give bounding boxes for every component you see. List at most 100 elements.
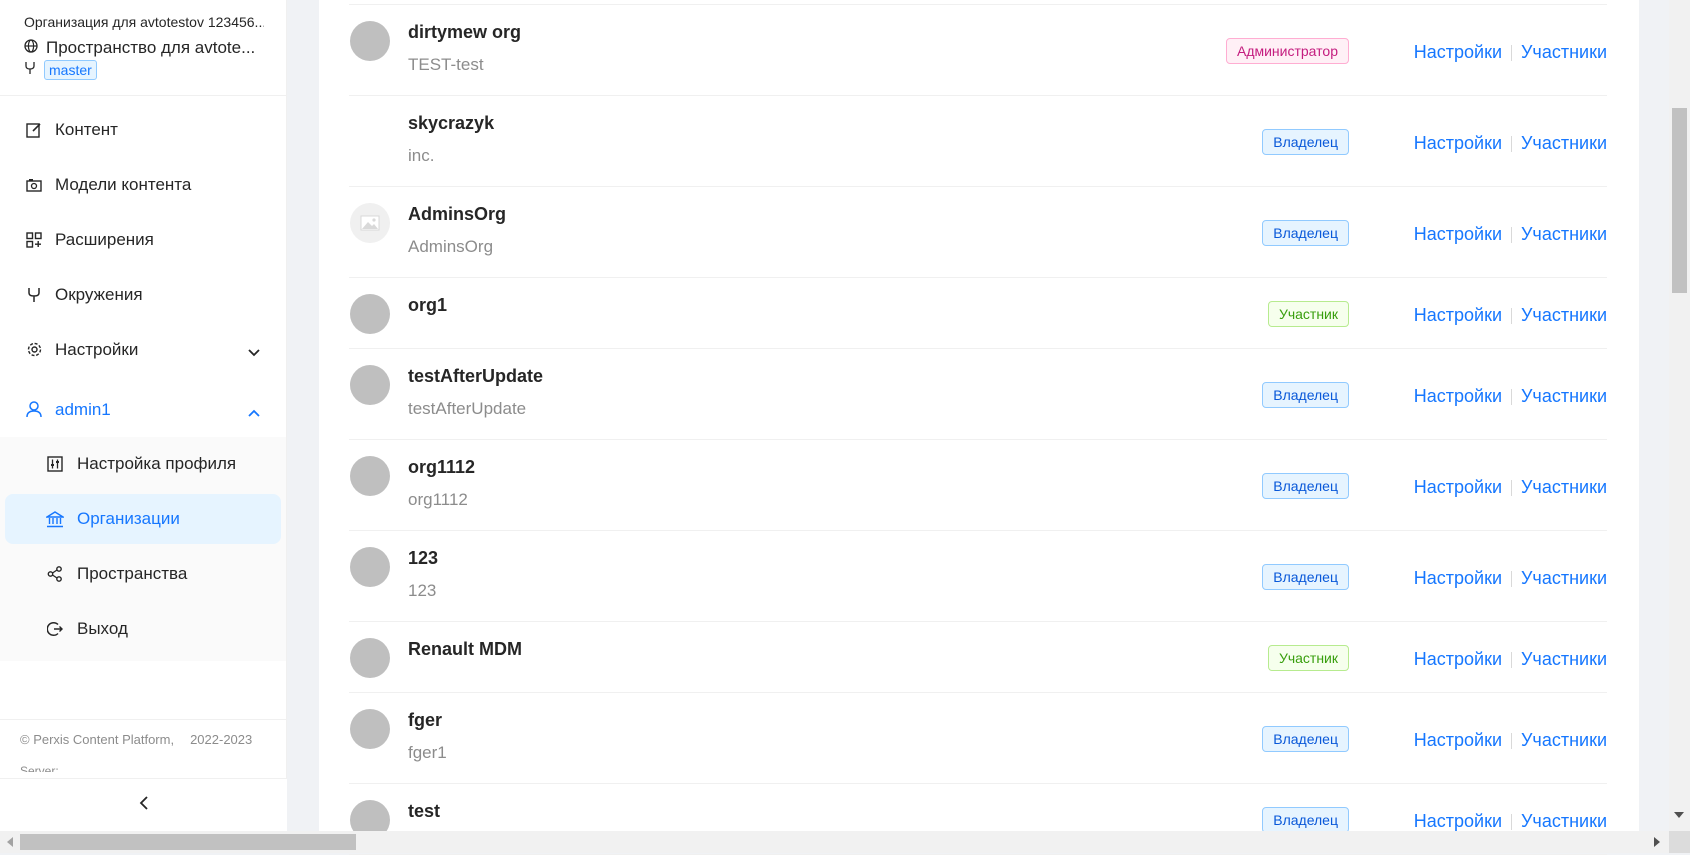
- collapse-sidebar-button[interactable]: [0, 778, 287, 831]
- settings-link[interactable]: Настройки: [1414, 477, 1502, 498]
- organization-description: fger1: [408, 743, 447, 762]
- settings-link[interactable]: Настройки: [1414, 649, 1502, 670]
- organization-avatar: [350, 547, 390, 587]
- settings-link[interactable]: Настройки: [1414, 386, 1502, 407]
- members-link[interactable]: Участники: [1521, 42, 1607, 63]
- organization-name: org1: [408, 295, 448, 315]
- menu-item-content-models[interactable]: Модели контента: [0, 157, 286, 212]
- organization-avatar: [350, 112, 390, 152]
- menu-item-user[interactable]: admin1: [0, 382, 286, 437]
- row-actions: Настройки Участники: [1414, 42, 1607, 63]
- submenu-item-label: Выход: [77, 619, 128, 638]
- members-link[interactable]: Участники: [1521, 224, 1607, 245]
- scroll-down-arrow-icon[interactable]: [1674, 812, 1684, 818]
- vertical-scrollbar[interactable]: [1669, 0, 1690, 831]
- horizontal-scrollbar-thumb[interactable]: [20, 834, 356, 850]
- menu-item-content[interactable]: Контент: [0, 102, 286, 157]
- organization-row: dirtymew org TEST-test Администратор Настро…: [349, 5, 1607, 96]
- row-actions: Настройки Участники: [1414, 477, 1607, 498]
- organization-name: org1112: [408, 457, 476, 477]
- settings-link[interactable]: Настройки: [1414, 133, 1502, 154]
- members-link[interactable]: Участники: [1521, 730, 1607, 751]
- action-divider: [1511, 570, 1512, 587]
- organization-name: 123: [408, 548, 439, 568]
- action-divider: [1511, 651, 1512, 668]
- user-icon: [25, 401, 43, 419]
- settings-link[interactable]: Настройки: [1414, 305, 1502, 326]
- scroll-left-arrow-icon[interactable]: [7, 837, 13, 847]
- organization-avatar: [350, 21, 390, 61]
- submenu-item-label: Организации: [77, 509, 180, 528]
- submenu-item-logout[interactable]: Выход: [5, 604, 281, 654]
- action-divider: [1511, 44, 1512, 61]
- branch-icon: [25, 286, 43, 304]
- menu-item-label: admin1: [55, 399, 111, 419]
- role-badge: Участник: [1267, 645, 1349, 671]
- organization-description: 123: [408, 581, 437, 600]
- settings-link[interactable]: Настройки: [1414, 42, 1502, 63]
- organization-name: dirtymew org: [408, 22, 522, 42]
- role-badge: Участник: [1267, 301, 1349, 327]
- members-link[interactable]: Участники: [1521, 386, 1607, 407]
- row-actions: Настройки Участники: [1414, 224, 1607, 245]
- submenu-item-organizations[interactable]: Организации: [5, 494, 281, 544]
- scroll-right-arrow-icon[interactable]: [1654, 837, 1660, 847]
- members-link[interactable]: Участники: [1521, 133, 1607, 154]
- menu-item-label: Настройки: [55, 339, 139, 359]
- members-link[interactable]: Участники: [1521, 649, 1607, 670]
- gear-icon: [25, 341, 43, 359]
- logout-icon: [45, 619, 65, 639]
- branch-icon: [24, 61, 36, 80]
- organization-name: AdminsOrg: [408, 204, 507, 224]
- members-link[interactable]: Участники: [1521, 477, 1607, 498]
- organization-name: test: [408, 801, 441, 821]
- organization-title[interactable]: Организация для avtotestov 123456...: [24, 14, 264, 30]
- row-actions: Настройки Участники: [1414, 133, 1607, 154]
- submenu-item-spaces[interactable]: Пространства: [5, 549, 281, 599]
- organization-description: TEST-test: [408, 55, 484, 74]
- action-divider: [1511, 135, 1512, 152]
- menu-item-environments[interactable]: Окружения: [0, 267, 286, 322]
- organization-row: skycrazyk inc. Владелец Настройки Участники: [349, 96, 1607, 187]
- sidebar: Организация для avtotestov 123456... Про…: [0, 0, 287, 831]
- submenu-item-profile[interactable]: Настройка профиля: [5, 439, 281, 489]
- branch-selector[interactable]: master: [24, 60, 286, 80]
- members-link[interactable]: Участники: [1521, 305, 1607, 326]
- settings-link[interactable]: Настройки: [1414, 730, 1502, 751]
- settings-link[interactable]: Настройки: [1414, 811, 1502, 832]
- server-info: Server:: [20, 764, 59, 772]
- organization-row: Renault MDM Участник Настройки Участники: [349, 622, 1607, 693]
- settings-link[interactable]: Настройки: [1414, 224, 1502, 245]
- role-badge: Владелец: [1262, 382, 1349, 408]
- organization-row: org1 Участник Настройки Участники: [349, 278, 1607, 349]
- horizontal-scrollbar[interactable]: [0, 831, 1669, 853]
- organization-avatar: [350, 294, 390, 334]
- organizations-list: dirtymew org TEST-test Администратор Настро…: [349, 4, 1607, 855]
- action-divider: [1511, 226, 1512, 243]
- scrollbar-corner: [1669, 831, 1690, 853]
- organization-name: testAfterUpdate: [408, 366, 544, 386]
- menu-item-extensions[interactable]: Расширения: [0, 212, 286, 267]
- organization-description: inc.: [408, 146, 435, 165]
- role-badge: Владелец: [1262, 726, 1349, 752]
- menu-item-settings[interactable]: Настройки: [0, 322, 286, 377]
- organization-row: AdminsOrg AdminsOrg Владелец Настройки Участ…: [349, 187, 1607, 278]
- menu-item-label: Расширения: [55, 229, 154, 249]
- organization-name: fger: [408, 710, 443, 730]
- role-badge: Администратор: [1225, 38, 1349, 64]
- space-selector[interactable]: Пространство для avtote...: [24, 38, 286, 58]
- camera-icon: [25, 176, 43, 194]
- settings-link[interactable]: Настройки: [1414, 568, 1502, 589]
- control-icon: [45, 454, 65, 474]
- organization-description: AdminsOrg: [408, 237, 494, 256]
- user-submenu: Настройка профиля Организации Пространст…: [0, 437, 286, 661]
- branch-tag: master: [44, 60, 97, 80]
- organization-row: org1112 org1112 Владелец Настройки Участники: [349, 440, 1607, 531]
- role-badge: Владелец: [1262, 807, 1349, 833]
- members-link[interactable]: Участники: [1521, 568, 1607, 589]
- organization-name: Renault MDM: [408, 639, 522, 659]
- members-link[interactable]: Участники: [1521, 811, 1607, 832]
- vertical-scrollbar-thumb[interactable]: [1672, 108, 1687, 293]
- space-name: Пространство для avtote...: [46, 38, 256, 57]
- organization-name: skycrazyk: [408, 113, 495, 133]
